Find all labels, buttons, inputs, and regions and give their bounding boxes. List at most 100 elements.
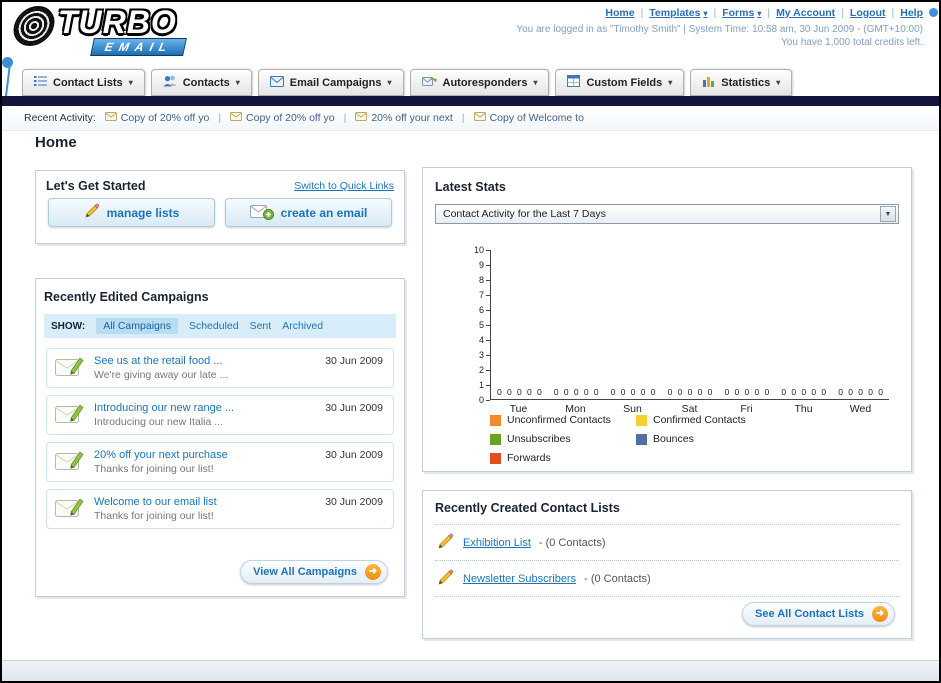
bar-value-label: 0: [801, 387, 807, 397]
separator: [462, 112, 465, 124]
logo-subtitle: EMAIL: [90, 38, 188, 56]
campaign-subject: Introducing our new Italia ...: [94, 416, 223, 428]
y-tick: 8: [479, 275, 490, 285]
see-all-contact-lists-button[interactable]: See All Contact Lists ➜: [741, 602, 895, 626]
app-window: TURBO EMAIL Home Templates▾ Forms▾ My Ac…: [0, 0, 941, 683]
recent-campaigns-panel: Recently Edited Campaigns SHOW: All Camp…: [35, 278, 405, 597]
chart-x-labels: Tue Mon Sun Sat Fri Thu Wed: [490, 403, 889, 415]
bar-value-label: 0: [791, 387, 797, 397]
top-nav: Home Templates▾ Forms▾ My Account Logout…: [605, 7, 923, 19]
recent-activity-item[interactable]: 20% off your next: [355, 112, 453, 124]
email-campaigns-icon: [269, 75, 284, 90]
chevron-down-icon: ▾: [387, 78, 392, 87]
y-tick: 2: [479, 365, 490, 375]
arrow-right-icon: ➜: [872, 606, 888, 622]
manage-lists-button[interactable]: manage lists: [48, 198, 215, 227]
campaign-link[interactable]: Welcome to our email list: [94, 496, 217, 508]
autoresponders-icon: [421, 75, 437, 90]
recent-activity-label: Recent Activity:: [24, 112, 96, 124]
bar-value-label: 0: [527, 387, 532, 397]
bar-value-label: 0: [630, 387, 636, 397]
contact-list-row[interactable]: Newsletter Subscribers - (0 Contacts): [435, 561, 899, 597]
stats-period-select[interactable]: Contact Activity for the Last 7 Days ▼: [435, 204, 899, 224]
separator: [641, 7, 644, 19]
legend-item: Confirmed Contacts: [636, 414, 782, 426]
stats-title: Latest Stats: [435, 180, 506, 194]
recent-activity-item[interactable]: Copy of 20% off yo: [104, 112, 209, 124]
legend-swatch: [636, 414, 647, 426]
campaign-row[interactable]: Introducing our new range ... Introducin…: [46, 395, 394, 435]
campaign-link[interactable]: 20% off your next purchase: [94, 449, 228, 461]
top-link-help[interactable]: Help: [900, 7, 923, 19]
top-link-my-account[interactable]: My Account: [776, 7, 835, 19]
contact-list-row[interactable]: Exhibition List - (0 Contacts): [435, 525, 899, 561]
top-link-home[interactable]: Home: [605, 7, 634, 19]
bar-group: 00000: [548, 250, 605, 399]
x-axis-label: Mon: [565, 403, 586, 415]
campaign-row[interactable]: Welcome to our email list Thanks for joi…: [46, 489, 394, 529]
y-tick: 3: [479, 350, 490, 360]
contact-list-link[interactable]: Newsletter Subscribers: [463, 573, 576, 585]
tab-statistics[interactable]: Statistics ▾: [690, 69, 793, 96]
tab-autoresponders[interactable]: Autoresponders ▾: [409, 69, 550, 96]
contact-lists-title: Recently Created Contact Lists: [435, 501, 899, 525]
header: TURBO EMAIL Home Templates▾ Forms▾ My Ac…: [2, 2, 939, 64]
filter-scheduled[interactable]: Scheduled: [189, 320, 239, 332]
bar-value-label: 0: [563, 387, 569, 397]
bar-group: 00000: [662, 250, 719, 399]
top-link-forms[interactable]: Forms ▾: [722, 7, 761, 19]
view-all-campaigns-button[interactable]: View All Campaigns ➜: [240, 560, 388, 584]
bar-value-label: 0: [724, 387, 730, 397]
bar-value-label: 0: [858, 387, 863, 397]
y-tick: 5: [479, 320, 490, 330]
tab-email-campaigns[interactable]: Email Campaigns ▾: [257, 69, 404, 96]
recent-activity-item[interactable]: Copy of Welcome to: [473, 112, 584, 124]
bar-value-label: 0: [553, 387, 559, 397]
filter-all-campaigns[interactable]: All Campaigns: [96, 318, 178, 334]
bar-value-label: 0: [781, 387, 787, 397]
switch-quick-links-link[interactable]: Switch to Quick Links: [294, 180, 394, 192]
envelope-icon: [230, 112, 243, 124]
y-tick: 0: [479, 395, 490, 405]
bar-value-label: 0: [848, 387, 853, 397]
nav-divider-bar: [2, 96, 939, 106]
logo-title: TURBO: [58, 4, 177, 40]
bar-value-label: 0: [764, 387, 770, 397]
recent-activity-item[interactable]: Copy of 20% off yo: [230, 112, 335, 124]
pencil-icon: [437, 532, 455, 553]
campaign-row[interactable]: 20% off your next purchase Thanks for jo…: [46, 442, 394, 482]
top-link-templates[interactable]: Templates ▾: [649, 7, 707, 19]
bar-group: 00000: [491, 250, 548, 399]
x-axis-label: Fri: [740, 403, 753, 415]
tab-label: Contacts: [182, 76, 230, 89]
campaign-link[interactable]: See us at the retail food ...: [94, 355, 228, 367]
bar-value-label: 0: [537, 387, 542, 397]
y-tick: 6: [479, 305, 490, 315]
campaign-list: See us at the retail food ... We're givi…: [44, 348, 396, 529]
chevron-down-icon: ▾: [235, 78, 240, 87]
tab-contacts[interactable]: Contacts ▾: [150, 69, 252, 96]
bar-value-label: 0: [838, 387, 843, 397]
create-email-button[interactable]: create an email: [225, 198, 392, 227]
campaigns-title: Recently Edited Campaigns: [44, 290, 209, 304]
decoration-dot-left: [2, 57, 13, 68]
bar-value-label: 0: [497, 387, 502, 397]
tab-label: Contact Lists: [53, 76, 123, 89]
tab-contact-lists[interactable]: Contact Lists ▾: [22, 69, 145, 96]
campaign-subject: We're giving away our late ...: [94, 369, 229, 381]
app-logo[interactable]: TURBO EMAIL: [9, 4, 188, 56]
contact-list-link[interactable]: Exhibition List: [463, 537, 531, 549]
x-axis-label: Wed: [849, 403, 872, 415]
bar-value-label: 0: [583, 387, 589, 397]
bar-value-label: 0: [868, 387, 873, 397]
tab-label: Autoresponders: [442, 76, 528, 89]
filter-archived[interactable]: Archived: [282, 320, 323, 332]
campaign-row[interactable]: See us at the retail food ... We're givi…: [46, 348, 394, 388]
filter-sent[interactable]: Sent: [250, 320, 272, 332]
separator: [344, 112, 347, 124]
top-link-logout[interactable]: Logout: [850, 7, 886, 19]
legend-swatch: [490, 452, 501, 464]
campaign-link[interactable]: Introducing our new range ...: [94, 402, 234, 414]
tab-custom-fields[interactable]: Custom Fields ▾: [555, 69, 685, 96]
campaign-subject: Thanks for joining our list!: [94, 463, 214, 475]
